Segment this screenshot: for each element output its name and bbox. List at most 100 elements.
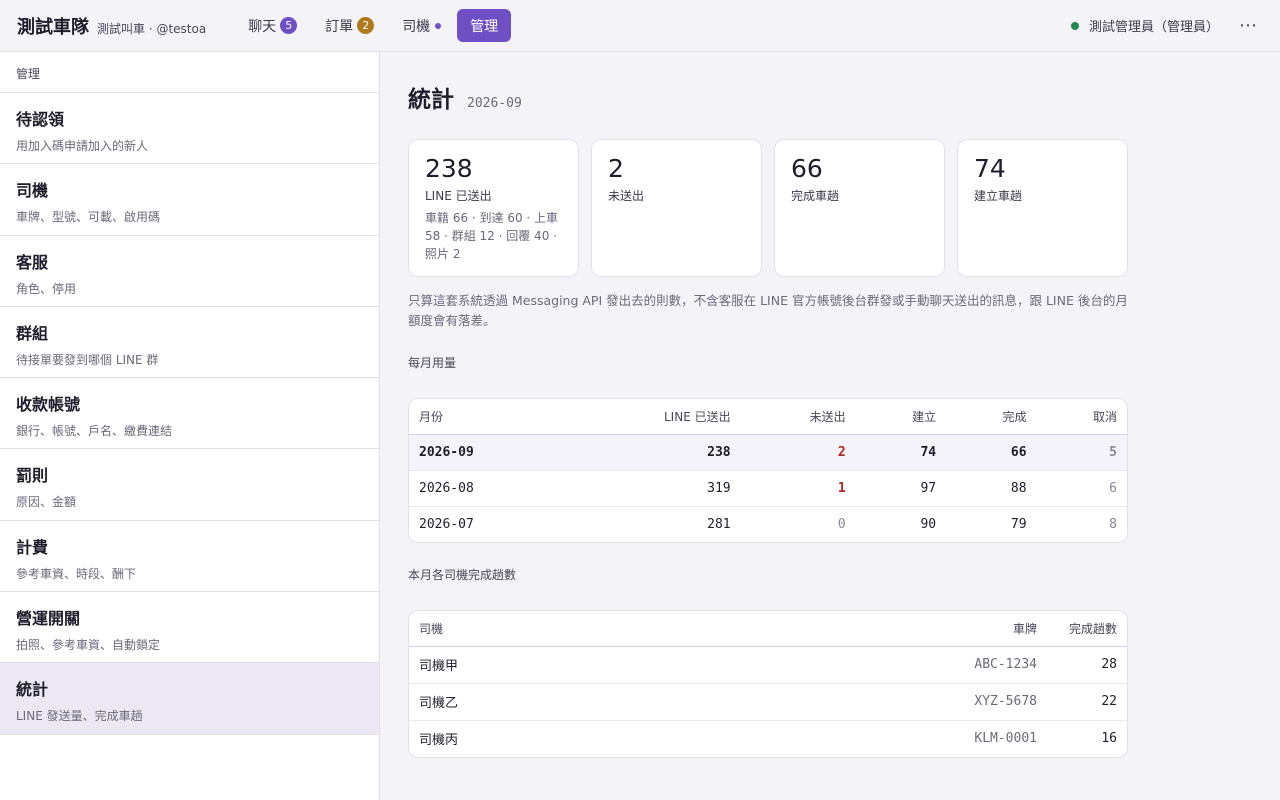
cell-created: 97	[855, 470, 947, 507]
main-nav: 聊天 5 訂單 2 司機 管理	[236, 9, 515, 42]
cell-unsent: 2	[740, 434, 856, 471]
cell-month: 2026-07	[419, 516, 474, 532]
sidebar-item-title: 營運開關	[16, 609, 81, 629]
sidebar-item-statistics[interactable]: 統計 LINE 發送量、完成車趟	[0, 663, 379, 735]
cell-sent: 281	[707, 516, 731, 532]
sidebar-item-title: 待認領	[16, 110, 65, 129]
cell-driver-name: 司機丙	[419, 733, 459, 749]
sidebar-item-desc: 銀行、帳號、戶名、繳費連結	[16, 424, 173, 439]
cell-plate: XYZ-5678	[674, 683, 1047, 721]
col-plate: 車牌	[674, 611, 1047, 647]
cell-sent: 238	[562, 434, 741, 471]
sidebar-item-billing[interactable]: 計費 參考車資、時段、酬下	[0, 521, 379, 593]
col-month: 月份	[409, 399, 563, 435]
cell-completed: 79	[1010, 516, 1027, 532]
stat-card-created-trips: 74 建立車趟	[957, 139, 1128, 277]
user-area: 測試管理員（管理員） ⋯	[1070, 15, 1258, 36]
nav-admin[interactable]: 管理	[457, 9, 512, 42]
cell-driver-name: 司機甲	[409, 646, 675, 684]
stat-label: LINE 已送出	[425, 189, 492, 203]
cell-cancelled: 5	[1036, 434, 1127, 471]
sidebar-item-desc: 車牌、型號、可載、啟用碼	[16, 210, 161, 225]
stat-card-unsent: 2 未送出	[591, 139, 762, 277]
sidebar-item-desc: 用加入碼申請加入的新人	[16, 139, 149, 153]
table-row: 2026-09 238 2 74 66 5	[409, 434, 1127, 471]
col-cancelled: 取消	[1036, 399, 1127, 435]
sidebar-item-title: 群組	[16, 323, 49, 343]
sidebar-item-desc: 角色、停用	[16, 281, 77, 296]
sidebar-item-desc: 待接單要發到哪個 LINE 群	[16, 352, 159, 367]
table-row: 司機乙 XYZ-5678 22	[409, 683, 1127, 721]
sidebar-item-title: 罰則	[16, 466, 49, 486]
cell-created: 74	[855, 434, 947, 471]
monthly-usage-label: 每月用量	[408, 356, 457, 370]
sidebar-item-desc: 參考車資、時段、酬下	[16, 566, 137, 581]
nav-drivers[interactable]: 司機	[390, 9, 453, 42]
nav-orders[interactable]: 訂單 2	[313, 9, 386, 42]
fleet-subtitle: 測試叫車 · @testoa	[97, 21, 207, 36]
col-driver: 司機	[409, 611, 675, 647]
admin-sidebar: 管理 待認領 用加入碼申請加入的新人 司機 車牌、型號、可載、啟用碼 客服 角色…	[0, 52, 380, 800]
stat-detail: 車籍 66 · 到達 60 · 上車 58 · 群組 12 · 回覆 40 · …	[425, 211, 559, 261]
sidebar-item-groups[interactable]: 群組 待接單要發到哪個 LINE 群	[0, 307, 379, 379]
cell-trips: 16	[1101, 731, 1117, 747]
sidebar-item-penalties[interactable]: 罰則 原因、金額	[0, 449, 379, 521]
driver-trips-table: 司機 車牌 完成趟數 司機甲 ABC-1234 28 司機乙 XYZ-5678 …	[408, 610, 1128, 758]
sidebar-item-support[interactable]: 客服 角色、停用	[0, 236, 379, 307]
stat-label: 建立車趟	[974, 189, 1023, 203]
cell-unsent: 1	[740, 470, 856, 507]
more-menu-button[interactable]: ⋯	[1239, 15, 1258, 36]
sidebar-item-operations[interactable]: 營運開關 拍照、參考車資、自動鎖定	[0, 592, 379, 664]
driver-trips-label: 本月各司機完成趟數	[408, 568, 517, 582]
sidebar-item-desc: 拍照、參考車資、自動鎖定	[16, 638, 161, 653]
col-unsent: 未送出	[740, 399, 856, 435]
nav-chat-label: 聊天	[248, 18, 277, 35]
stat-label: 未送出	[608, 189, 645, 203]
cell-completed: 66	[946, 434, 1037, 471]
sidebar-item-payment-accounts[interactable]: 收款帳號 銀行、帳號、戶名、繳費連結	[0, 378, 379, 450]
table-row: 2026-07 281 0 90 79 8	[409, 506, 1127, 542]
cell-unsent: 0	[837, 516, 846, 532]
cell-created: 90	[920, 516, 937, 532]
page-header: 統計 2026-09	[408, 80, 1128, 114]
cell-cancelled: 6	[1036, 470, 1127, 507]
cell-sent: 319	[562, 470, 741, 507]
current-user[interactable]: 測試管理員（管理員）	[1089, 16, 1219, 35]
table-header-row: 月份 LINE 已送出 未送出 建立 完成 取消	[409, 399, 1127, 435]
nav-chat[interactable]: 聊天 5	[236, 9, 309, 42]
sidebar-item-title: 收款帳號	[16, 395, 81, 415]
fleet-title: 測試車隊	[17, 16, 89, 38]
sidebar-item-title: 計費	[16, 537, 49, 557]
cell-cancelled: 8	[1109, 516, 1117, 532]
stat-card-line-sent: 238 LINE 已送出 車籍 66 · 到達 60 · 上車 58 · 群組 …	[408, 139, 579, 277]
cell-month: 2026-08	[409, 470, 563, 507]
sidebar-item-pending[interactable]: 待認領 用加入碼申請加入的新人	[0, 93, 379, 165]
top-bar: 測試車隊 測試叫車 · @testoa 聊天 5 訂單 2 司機 管理 測試管理…	[0, 0, 1280, 52]
brand: 測試車隊 測試叫車 · @testoa	[17, 13, 206, 39]
stat-card-completed-trips: 66 完成車趟	[774, 139, 945, 277]
col-trips: 完成趟數	[1047, 611, 1127, 647]
usage-note: 只算這套系統透過 Messaging API 發出去的則數，不含客服在 LINE…	[408, 293, 1128, 328]
sidebar-item-drivers[interactable]: 司機 車牌、型號、可載、啟用碼	[0, 164, 379, 236]
sidebar-item-title: 司機	[16, 181, 49, 201]
table-row: 2026-08 319 1 97 88 6	[409, 470, 1127, 507]
cell-trips: 22	[1047, 683, 1127, 721]
sidebar-item-desc: LINE 發送量、完成車趟	[16, 709, 143, 724]
summary-cards: 238 LINE 已送出 車籍 66 · 到達 60 · 上車 58 · 群組 …	[408, 139, 1128, 277]
sidebar-item-title: 統計	[16, 680, 49, 700]
chat-count-badge: 5	[280, 17, 298, 34]
online-status-icon	[1070, 21, 1079, 30]
table-row: 司機甲 ABC-1234 28	[409, 646, 1127, 684]
page-title: 統計	[408, 86, 454, 113]
statistics-panel: 統計 2026-09 238 LINE 已送出 車籍 66 · 到達 60 · …	[408, 52, 1128, 758]
cell-trips: 28	[1047, 646, 1127, 684]
stat-value: 74	[974, 154, 1006, 183]
cell-month: 2026-09	[409, 434, 563, 471]
stat-label: 完成車趟	[791, 189, 840, 203]
col-created: 建立	[855, 399, 947, 435]
drivers-indicator-dot	[435, 22, 442, 29]
col-line-sent: LINE 已送出	[562, 399, 741, 435]
nav-drivers-label: 司機	[402, 18, 431, 35]
col-completed: 完成	[946, 399, 1037, 435]
table-row: 司機丙 KLM-0001 16	[409, 720, 1127, 757]
